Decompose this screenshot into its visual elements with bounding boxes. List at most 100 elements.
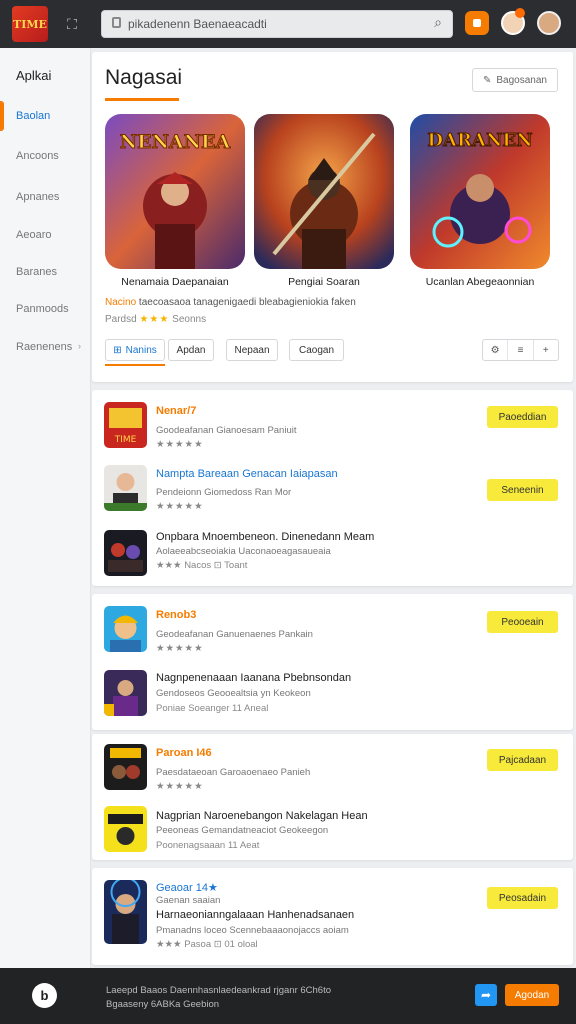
- view-toggle-group: ⚙ ≡ +: [482, 339, 559, 361]
- sidebar-active-indicator: [0, 101, 4, 131]
- game-list-card-4: Geaoar 14★ Gaenan saaian Peosadain Harna…: [92, 868, 573, 965]
- sidebar-item-5[interactable]: Baranes: [16, 266, 57, 278]
- chip-active-indicator: [105, 364, 165, 366]
- game-list-card-3: Paroan I46 Paesdataeoan Garoaoenaeo Pani…: [92, 734, 573, 860]
- game-title-3[interactable]: Onpbara Mnoembeneon. Dinenedann Meam: [156, 531, 374, 543]
- game-title-6[interactable]: Paroan I46: [156, 747, 212, 759]
- featured-action-button[interactable]: ✎ Bagosanan: [472, 68, 558, 92]
- sidebar-item-4[interactable]: Aeoaro: [16, 229, 51, 241]
- chip-1-label: Nanins: [125, 344, 157, 356]
- sidebar-item-2[interactable]: Ancoons: [16, 150, 59, 162]
- game-meta-3: ★★★ Nacos ⊡ Toant: [156, 560, 248, 571]
- game-sub-3: Aolaeeabcseoiakia Uaconaoeagasaueaia: [156, 546, 331, 557]
- gamepad-icon: ✎: [483, 74, 492, 86]
- game-title-9[interactable]: Harnaeonianngalaaan Hanhenadsanaen: [156, 909, 354, 921]
- game-caption-3[interactable]: Ucanlan Abegeaonnian: [400, 276, 560, 288]
- chip-3[interactable]: Nepaan: [226, 339, 278, 361]
- game-sub-1: Goodeafanan Gianoesam Paniuit: [156, 425, 297, 436]
- get-button-1[interactable]: Paoeddian: [487, 406, 558, 428]
- game-sub-7: Peeoneas Gemandatneaciot Geokeegon: [156, 825, 329, 836]
- chip-1[interactable]: ⊞ Nanins: [105, 339, 165, 361]
- search-value: pikadenenn Baenaeacadti: [128, 17, 267, 31]
- game-title-5[interactable]: Nagnpenenaaan Iaanana Pbebnsondan: [156, 672, 351, 684]
- plus-icon[interactable]: +: [534, 340, 558, 360]
- game-thumb-1[interactable]: TIME: [104, 402, 147, 448]
- get-button-8[interactable]: Peosadain: [487, 887, 558, 909]
- art-1-title: NENANEA: [120, 131, 231, 153]
- description-text: taecoasaoa tanagenigaedi bleabagieniokia…: [138, 297, 356, 308]
- profile-avatar[interactable]: [537, 11, 561, 35]
- game-art-2[interactable]: [254, 114, 394, 269]
- featured-card: Nagasai ✎ Bagosanan NENANEA DARANEN Nena…: [92, 52, 573, 382]
- game-meta-7: Poonenagsaaan 11 Aeat: [156, 840, 260, 851]
- bottom-logo[interactable]: b: [32, 983, 57, 1008]
- game-thumb-7[interactable]: [104, 806, 147, 852]
- get-button-6[interactable]: Pajcadaan: [487, 749, 558, 771]
- game-thumb-8[interactable]: [104, 880, 147, 944]
- game-meta-9: ★★★ Pasoa ⊡ 01 oloal: [156, 939, 258, 950]
- svg-text:TIME: TIME: [114, 435, 137, 445]
- game-thumb-5[interactable]: [104, 670, 147, 716]
- settings-icon[interactable]: ⚙: [483, 340, 509, 360]
- sidebar-title: Aplkai: [16, 68, 52, 83]
- featured-action-label: Bagosanan: [496, 74, 547, 86]
- chevron-right-icon: ›: [78, 341, 81, 351]
- chip-2[interactable]: Apdan: [168, 339, 214, 361]
- page-title: Nagasai: [105, 66, 183, 89]
- game-list-card-1: TIME Nenar/7 Goodeafanan Gianoesam Paniu…: [92, 390, 573, 586]
- star-rating: ★★★★★: [156, 439, 204, 450]
- search-input[interactable]: pikadenenn Baenaeacadti ⌕: [101, 10, 453, 38]
- star-rating: ★★★: [139, 314, 170, 325]
- sidebar-item-3[interactable]: Apnanes: [16, 191, 59, 203]
- chip-4[interactable]: Caogan: [289, 339, 344, 361]
- grid-icon[interactable]: ⛶: [62, 14, 82, 34]
- rating-text: Seonns: [172, 314, 207, 325]
- game-thumb-3[interactable]: [104, 530, 147, 576]
- game-thumb-4[interactable]: [104, 606, 147, 652]
- bottom-info-line-1: Laeepd Baaos Daennhasnlaedeankrad rjganr…: [106, 985, 332, 996]
- art-3-title: DARANEN: [427, 130, 532, 151]
- sidebar-item-7[interactable]: Raenenens: [16, 341, 72, 353]
- app-logo[interactable]: TIME: [12, 6, 48, 42]
- lock-icon: [112, 17, 121, 28]
- game-caption-2[interactable]: Pengiai Soaran: [244, 276, 404, 288]
- title-underline: [105, 98, 179, 101]
- list-icon[interactable]: ≡: [508, 340, 534, 360]
- game-sub-4: Geodeafanan Ganuenaenes Pankain: [156, 629, 313, 640]
- star-rating: ★★★★★: [156, 781, 204, 792]
- game-sub-5: Gendoseos Geooealtsia yn Keokeon: [156, 688, 311, 699]
- game-title-2[interactable]: Nampta Bareaan Genacan Iaiapasan: [156, 468, 338, 480]
- star-rating: ★★★★★: [156, 643, 204, 654]
- share-icon[interactable]: ➦: [475, 984, 497, 1006]
- game-thumb-2[interactable]: [104, 465, 147, 511]
- get-button-2[interactable]: Seneenin: [487, 479, 558, 501]
- game-thumb-6[interactable]: [104, 744, 147, 790]
- game-title-7[interactable]: Nagprian Naroenebangon Nakelagan Hean: [156, 810, 368, 822]
- game-title-8[interactable]: Geaoar 14★: [156, 881, 218, 894]
- featured-description: Nacino taecoasaoa tanagenigaedi bleabagi…: [105, 297, 356, 308]
- bottom-action-button[interactable]: Agodan: [505, 984, 559, 1006]
- sidebar: Aplkai Baolan Ancoons Apnanes Aeoaro Bar…: [0, 48, 91, 968]
- featured-rating: Pardsd ★★★ Seonns: [105, 314, 206, 325]
- game-list-card-2: Renob3 Geodeafanan Ganuenaenes Pankain ★…: [92, 594, 573, 730]
- bottom-info-line-2: Bgaaseny 6ABKa Geebion: [106, 999, 220, 1010]
- game-caption-1[interactable]: Nenamaia Daepanaian: [95, 276, 255, 288]
- game-art-3[interactable]: DARANEN: [410, 114, 550, 269]
- game-title-1[interactable]: Nenar/7: [156, 405, 196, 417]
- game-sub-8: Gaenan saaian: [156, 895, 221, 906]
- notification-badge: [515, 8, 525, 18]
- sidebar-item-6[interactable]: Panmoods: [16, 303, 69, 315]
- game-art-1[interactable]: NENANEA: [105, 114, 245, 269]
- game-sub-6: Paesdataeoan Garoaoenaeo Panieh: [156, 767, 311, 778]
- game-title-4[interactable]: Renob3: [156, 609, 196, 621]
- star-rating: ★★★★★: [156, 501, 204, 512]
- bottom-bar: b Laeepd Baaos Daennhasnlaedeankrad rjga…: [0, 968, 576, 1024]
- rating-label: Pardsd: [105, 314, 137, 325]
- search-icon[interactable]: ⌕: [434, 14, 442, 31]
- extension-icon[interactable]: [465, 11, 489, 35]
- game-sub-2: Pendeionn Giomedoss Ran Mor: [156, 487, 292, 498]
- game-sub-9: Pmanadns loceo Scennebaaaonojaccs aoiam: [156, 925, 349, 936]
- game-meta-5: Poniae Soeanger 11 Aneal: [156, 703, 269, 714]
- get-button-4[interactable]: Peooeain: [487, 611, 558, 633]
- sidebar-item-1[interactable]: Baolan: [16, 110, 50, 122]
